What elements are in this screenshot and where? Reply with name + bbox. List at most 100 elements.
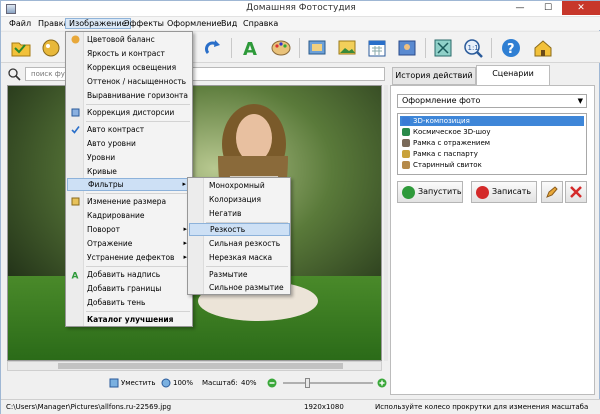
palette-icon[interactable] xyxy=(269,36,293,60)
menu-item-lighting-correction[interactable]: Коррекция освещения xyxy=(67,61,192,74)
svg-text:?: ? xyxy=(507,42,515,57)
photo-frame-icon[interactable] xyxy=(305,36,329,60)
menu-item-curves[interactable]: Кривые xyxy=(67,165,192,178)
scenario-icon xyxy=(402,161,410,169)
minimize-button[interactable]: — xyxy=(507,1,533,15)
list-item[interactable]: Космическое 3D-шоу xyxy=(400,127,584,137)
delete-scenario-button[interactable] xyxy=(565,181,587,203)
scenario-icon xyxy=(402,150,410,158)
menu-item-horizon[interactable]: Выравнивание горизонта xyxy=(67,89,192,102)
edit-icon xyxy=(546,186,558,198)
edit-scenario-button[interactable] xyxy=(541,181,563,203)
scale-label: Масштаб: xyxy=(202,379,238,387)
text-icon: A xyxy=(72,272,79,280)
fit-window-icon[interactable] xyxy=(431,36,455,60)
zoom-100-button[interactable]: 100% xyxy=(173,379,193,387)
list-item[interactable]: Рамка с отражением xyxy=(400,138,584,148)
zoom-slider-thumb[interactable] xyxy=(305,378,311,388)
list-item[interactable]: Рамка с паспарту xyxy=(400,149,584,159)
menu-item-filters[interactable]: Фильтры ▸ xyxy=(67,178,192,191)
status-bar: C:\Users\Manager\Pictures\allfons.ru-225… xyxy=(1,399,600,414)
menu-item-add-shadow[interactable]: Добавить тень xyxy=(67,296,192,309)
menu-item-add-borders[interactable]: Добавить границы xyxy=(67,282,192,295)
submenu-item-strong-sharpen[interactable]: Сильная резкость xyxy=(189,237,290,250)
actual-size-icon[interactable]: 1:1 xyxy=(461,36,485,60)
menu-item-defects[interactable]: Устранение дефектов ▸ xyxy=(67,251,192,264)
search-icon xyxy=(7,67,21,81)
calendar-icon[interactable] xyxy=(365,36,389,60)
help-icon[interactable]: ? xyxy=(499,36,523,60)
menu-item-rotate[interactable]: Поворот ▸ xyxy=(67,223,192,236)
record-button[interactable]: Записать xyxy=(471,181,537,203)
menu-effects[interactable]: Эффекты xyxy=(121,18,167,29)
maximize-button[interactable]: ☐ xyxy=(535,1,561,15)
panel-tabs: История действий Сценарии xyxy=(390,65,595,86)
run-button[interactable]: Запустить xyxy=(397,181,463,203)
scenario-buttons: Запустить Записать xyxy=(397,181,587,205)
submenu-item-unsharp-mask[interactable]: Нерезкая маска xyxy=(189,251,290,264)
search-row xyxy=(7,67,387,81)
title-bar: Домашняя Фотостудия — ☐ ✕ xyxy=(1,1,600,17)
menu-item-add-text[interactable]: A Добавить надпись xyxy=(67,268,192,281)
scale-value: 40% xyxy=(241,379,257,387)
menu-item-auto-contrast[interactable]: Авто контраст xyxy=(67,123,192,136)
menu-view[interactable]: Вид xyxy=(218,18,240,29)
scenario-category-select[interactable]: Оформление фото ▼ xyxy=(397,94,587,108)
image-icon[interactable] xyxy=(335,36,359,60)
menu-item-crop[interactable]: Кадрирование xyxy=(67,209,192,222)
color-balance-icon xyxy=(71,35,80,44)
menu-item-levels[interactable]: Уровни xyxy=(67,151,192,164)
tab-scenarios[interactable]: Сценарии xyxy=(476,65,550,86)
close-button[interactable]: ✕ xyxy=(562,1,600,15)
horizontal-scrollbar[interactable] xyxy=(7,361,382,371)
menu-bar: Файл Правка Изображение Эффекты Оформлен… xyxy=(1,17,600,30)
side-panel: История действий Сценарии Оформление фот… xyxy=(390,65,595,395)
zoom-100-icon[interactable] xyxy=(161,378,171,388)
menu-design[interactable]: Оформление xyxy=(164,18,225,29)
menu-item-hue-saturation[interactable]: Оттенок / насыщенность xyxy=(67,75,192,88)
zoom-out-icon[interactable] xyxy=(267,378,277,388)
submenu-item-negative[interactable]: Негатив xyxy=(189,207,290,220)
menu-item-brightness-contrast[interactable]: Яркость и контраст xyxy=(67,47,192,60)
menu-item-color-balance[interactable]: Цветовой баланс xyxy=(67,33,192,46)
submenu-item-monochrome[interactable]: Монохромный xyxy=(189,179,290,192)
scrollbar-thumb[interactable] xyxy=(58,363,343,369)
record-icon xyxy=(476,186,489,199)
submenu-item-blur[interactable]: Размытие xyxy=(189,268,290,281)
scenario-icon xyxy=(402,139,410,147)
zoom-slider[interactable] xyxy=(283,378,373,388)
vertical-scrollbar[interactable] xyxy=(384,85,388,361)
home-icon[interactable] xyxy=(531,36,555,60)
svg-text:1:1: 1:1 xyxy=(468,44,479,52)
menu-item-resize[interactable]: Изменение размера xyxy=(67,195,192,208)
open-folder-icon[interactable] xyxy=(9,36,33,60)
menu-file[interactable]: Файл xyxy=(6,18,34,29)
fit-icon[interactable] xyxy=(109,378,119,388)
zoom-in-icon[interactable] xyxy=(377,378,387,388)
menu-item-enhancement-catalog[interactable]: Каталог улучшения xyxy=(67,313,192,326)
submenu-item-strong-blur[interactable]: Сильное размытие xyxy=(189,281,290,294)
scenario-icon xyxy=(402,128,410,136)
menu-item-flip[interactable]: Отражение ▸ xyxy=(67,237,192,250)
submenu-item-colorize[interactable]: Колоризация xyxy=(189,193,290,206)
fit-button[interactable]: Уместить xyxy=(121,379,156,387)
menu-item-distortion[interactable]: Коррекция дисторсии xyxy=(67,106,192,119)
list-item[interactable]: 3D-композиция xyxy=(400,116,584,126)
submenu-item-sharpen[interactable]: Резкость xyxy=(189,223,290,236)
menu-item-auto-levels[interactable]: Авто уровни xyxy=(67,137,192,150)
status-hint: Используйте колесо прокрутки для изменен… xyxy=(375,403,589,411)
menu-help[interactable]: Справка xyxy=(240,18,281,29)
status-dimensions: 1920x1080 xyxy=(304,403,344,411)
panel-body: Оформление фото ▼ 3D-композиция Космичес… xyxy=(390,85,595,395)
resize-icon xyxy=(71,197,80,206)
zoom-bar: Уместить 100% Масштаб: 40% xyxy=(101,376,391,390)
text-icon[interactable]: A xyxy=(239,36,263,60)
redo-icon[interactable] xyxy=(201,36,225,60)
submenu-arrow-icon: ▸ xyxy=(182,180,186,188)
chevron-down-icon: ▼ xyxy=(577,97,583,105)
postcard-icon[interactable] xyxy=(395,36,419,60)
tab-history[interactable]: История действий xyxy=(392,67,476,85)
play-icon xyxy=(402,186,415,199)
effects-icon[interactable] xyxy=(39,36,63,60)
list-item[interactable]: Старинный свиток xyxy=(400,160,584,170)
